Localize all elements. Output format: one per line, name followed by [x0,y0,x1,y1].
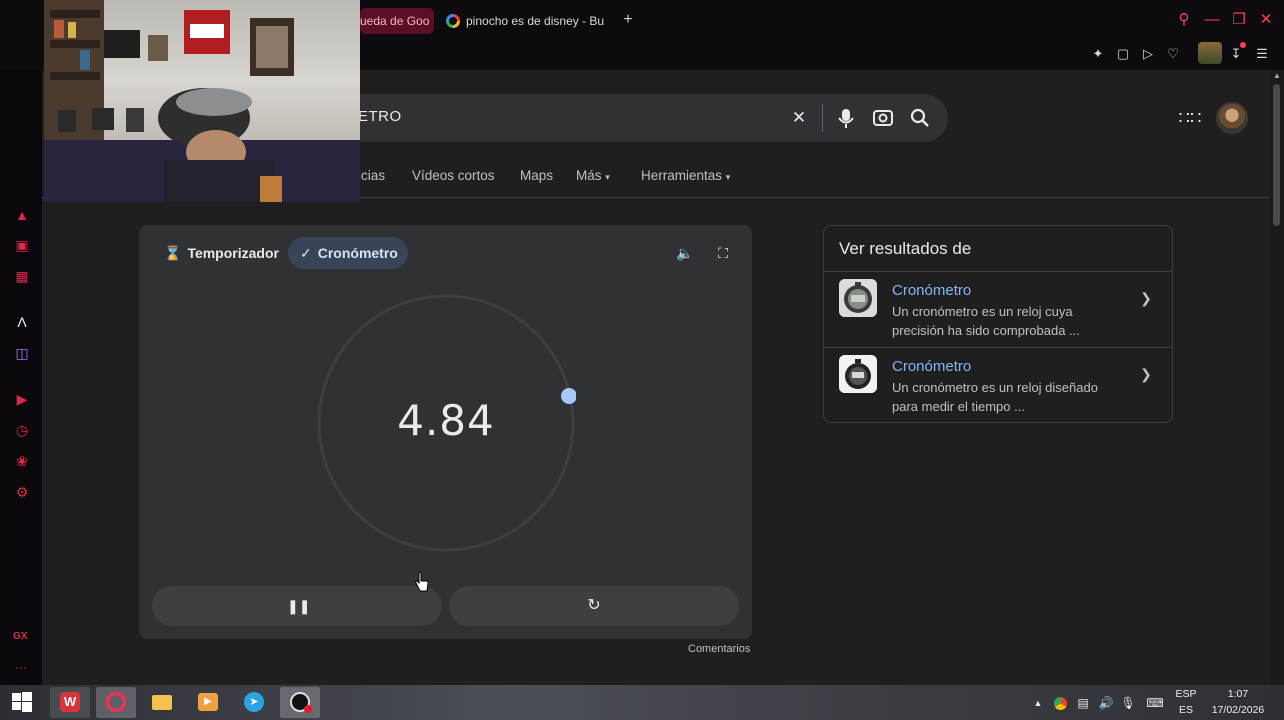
pause-icon: ❚❚ [287,598,311,614]
new-tab-button[interactable]: + [620,12,636,28]
maximize-button[interactable]: ❐ [1229,10,1249,30]
lens-search-icon[interactable] [871,106,895,130]
workspace-icon[interactable]: Λ [13,313,31,331]
feedback-link[interactable]: Comentarios [688,643,750,655]
scroll-up-icon[interactable]: ▲ [1272,71,1282,81]
timer-tab[interactable]: ⌛ Temporizador [152,237,291,269]
chrome-tray-icon[interactable] [1052,694,1070,712]
search-tabs-icon[interactable]: ⚲ [1174,10,1194,30]
tab-more-label: Más [576,168,602,183]
webcam-overlay [44,0,360,202]
tab-pinocho[interactable]: pinocho es de disney - Bu [440,8,616,34]
tab-tools-label: Herramientas [641,168,723,183]
pin-icon[interactable]: ✦ [1088,44,1108,64]
hand-cursor-icon [415,572,428,592]
tab-maps[interactable]: Maps [520,168,553,183]
timer-tab-label: Temporizador [187,245,279,261]
tab-label: ueda de Goo [360,14,430,28]
wps-office-icon[interactable]: W [50,687,90,718]
tray-expand-icon[interactable]: ▲ [1029,694,1047,712]
gx-control-icon[interactable]: ▲ [13,206,31,224]
snapshot-icon[interactable]: ▢ [1113,44,1133,64]
tab-news[interactable]: icias [358,168,385,183]
chevron-right-icon[interactable]: ❯ [1138,366,1154,382]
network-icon[interactable]: ▤ [1074,694,1092,712]
opera-gx-taskbar-icon[interactable] [96,687,136,718]
result-title[interactable]: Cronómetro [892,358,971,375]
twitch-icon[interactable]: ◫ [13,344,31,362]
speaker-icon[interactable]: 🔊 [1097,694,1115,712]
google-icon [446,14,460,28]
reset-icon: ↻ [587,597,601,614]
close-window-button[interactable]: ✕ [1256,10,1276,30]
file-explorer-icon[interactable] [142,687,182,718]
result-description: Un cronómetro es un reloj diseñado para … [892,380,1098,414]
clock-date[interactable]: 17/02/2026 [1206,704,1270,716]
tab-tools[interactable]: Herramientas ▾ [641,168,730,183]
language-code[interactable]: ESP [1172,688,1200,700]
gx-corner-icon[interactable]: ▦ [13,267,31,285]
voice-search-icon[interactable] [834,104,858,132]
gx-label: GX [13,631,28,642]
fullscreen-icon[interactable]: ⛶ [714,244,732,262]
keyboard-icon[interactable]: ⌨ [1143,694,1167,712]
tab-short-videos[interactable]: Vídeos cortos [412,168,495,183]
check-icon: ✓ [300,245,312,261]
obs-icon[interactable] [280,687,320,718]
stopwatch-tab-label: Cronómetro [317,245,398,261]
stopwatch-tab[interactable]: ✓ Cronómetro [288,237,408,269]
result-title[interactable]: Cronómetro [892,282,971,299]
search-divider [822,104,823,132]
microphone-icon[interactable]: 🎙 [1119,694,1137,712]
tab-label: pinocho es de disney - Bu [466,14,605,28]
caret-down-icon: ▾ [605,172,610,182]
settings-icon[interactable]: ⚙ [13,483,31,501]
result-description: Un cronómetro es un reloj cuya precisión… [892,304,1080,338]
stopwatch-time: 4.84 [397,396,495,445]
sidebar-more-icon[interactable]: ··· [15,660,27,674]
caret-down-icon: ▾ [725,172,731,182]
telegram-icon[interactable]: ➤ [234,687,274,718]
discord-icon[interactable]: ▣ [13,236,31,254]
play-icon[interactable]: ▷ [1138,44,1158,64]
browser-sidebar [0,70,42,685]
volume-icon[interactable]: 🔈 [676,244,694,262]
stopwatch-image [839,355,877,393]
hourglass-icon: ⌛ [164,245,182,261]
media-player-icon[interactable]: ▶ [188,687,228,718]
heart-icon[interactable]: ♡ [1163,44,1183,64]
stopwatch-image [839,279,877,317]
tab-google-search[interactable]: ueda de Goo [360,8,434,34]
easy-setup-icon[interactable]: ☰ [1252,44,1272,64]
search-query-text: ETRO [358,108,402,125]
apps-grid-icon[interactable]: ∷∷ [1178,106,1202,130]
account-avatar[interactable] [1216,102,1248,134]
keyboard-layout[interactable]: ES [1172,704,1200,716]
notification-dot [1240,42,1246,48]
extensions-icon[interactable]: ❀ [13,452,31,470]
tab-more[interactable]: Más ▾ [576,168,610,183]
scroll-thumb[interactable] [1273,84,1280,226]
clear-search-icon[interactable]: ✕ [787,106,811,130]
chevron-right-icon[interactable]: ❯ [1138,290,1154,306]
windows-start-icon[interactable] [12,692,32,712]
ring-progress-dot [561,388,576,404]
player-icon[interactable]: ▶ [13,390,31,408]
search-icon[interactable] [908,106,932,130]
minimize-button[interactable]: — [1202,10,1222,30]
panel-title: Ver resultados de [839,239,972,258]
profile-avatar[interactable] [1198,42,1222,64]
clock-time[interactable]: 1:07 [1206,688,1270,700]
history-icon[interactable]: ◷ [13,421,31,439]
